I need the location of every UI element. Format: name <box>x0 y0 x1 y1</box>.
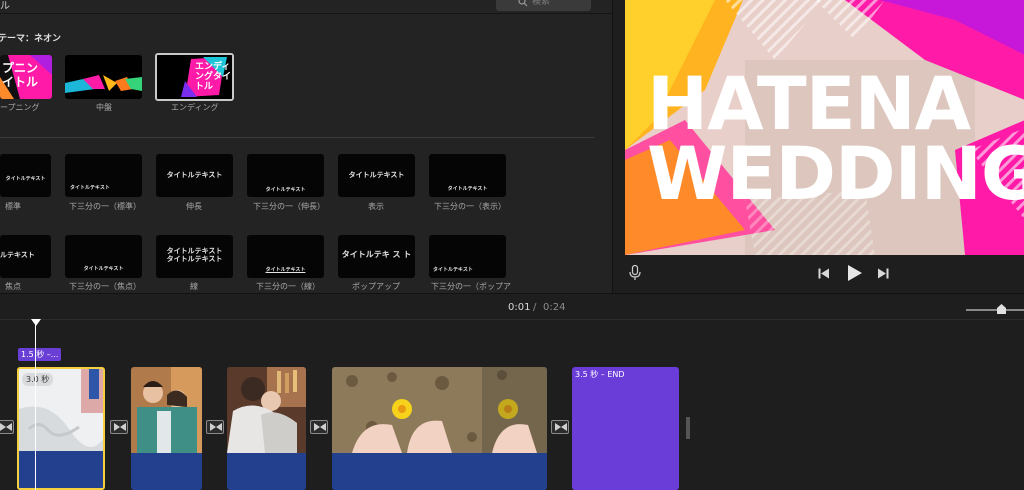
title-thumb-text: タイトルテキスト タイトルテキスト <box>166 247 223 263</box>
playhead-handle-icon[interactable] <box>31 319 41 327</box>
title-lower-stretch-thumb[interactable]: タイトルテキスト <box>247 154 324 197</box>
title-thumb-text: ルテキスト <box>0 251 35 259</box>
theme-ending-text: エンディ ングタイ トル <box>195 62 232 92</box>
clip-3-audio <box>227 453 306 490</box>
transition-icon <box>0 423 12 431</box>
transition-icon <box>114 423 126 431</box>
title-lower-standard-thumb[interactable]: タイトルテキスト <box>65 154 142 197</box>
theme-opening-label: ープニング <box>0 103 40 112</box>
title-thumb-text: タイトルテキスト <box>166 171 223 179</box>
title-thumb-text: タイトルテキスト <box>70 185 110 191</box>
browser-title: ル <box>0 1 10 12</box>
playhead[interactable] <box>35 320 36 490</box>
title-stretch-thumb[interactable]: タイトルテキスト <box>156 154 233 197</box>
title-thumb-text: タイトルテキスト <box>348 171 405 179</box>
title-reveal-thumb[interactable]: タイトルテキスト <box>338 154 415 197</box>
titles-browser: ル テーマ：ネオン プニン イトル ープニング 中盤 <box>0 0 612 293</box>
title-lower-focus-thumb[interactable]: タイトルテキスト <box>65 235 142 278</box>
viewer-panel: HATENA WEDDING <box>612 0 1024 293</box>
title-lower-popup-thumb[interactable]: タイトルテキスト <box>429 235 506 278</box>
preview-title-line1: HATENA <box>647 62 971 147</box>
play-icon[interactable] <box>847 264 863 282</box>
title-lower-stretch-label: 下三分の一（伸長） <box>253 202 325 211</box>
timeline-time-bar: 0:01 / 0:24 <box>0 294 1024 320</box>
viewer-controls <box>613 255 1024 293</box>
title-line-thumb[interactable]: タイトルテキスト タイトルテキスト <box>156 235 233 278</box>
clip-duration-badge: 3.0 秒 <box>22 373 54 386</box>
theme-ending-label: エンディング <box>171 103 219 112</box>
timeline-end-marker <box>686 417 690 439</box>
video-clip-4[interactable] <box>332 367 547 490</box>
theme-ending-thumb[interactable]: エンディ ングタイ トル <box>155 53 234 101</box>
clip-4-audio <box>332 453 547 490</box>
title-thumb-text: タイトルテキスト <box>5 176 46 182</box>
title-popup-label: ポップアップ <box>352 282 400 291</box>
title-thumb-text: タイトルテキスト <box>447 186 488 192</box>
title-lower-popup-label: 下三分の一（ポップア <box>431 282 511 291</box>
transition-4[interactable] <box>551 420 569 434</box>
transition-icon <box>555 423 567 431</box>
theme-middle-thumb[interactable] <box>65 55 142 99</box>
transition-2[interactable] <box>206 420 224 434</box>
title-lower-focus-label: 下三分の一（焦点） <box>69 282 141 291</box>
title-thumb-text: タイトルテキスト <box>433 267 473 273</box>
title-thumb-text: タイトルテキスト <box>265 267 306 273</box>
title-lower-reveal-label: 下三分の一（表示） <box>434 202 506 211</box>
title-standard-label: 標準 <box>5 202 21 211</box>
search-input[interactable] <box>532 0 587 8</box>
transition-icon <box>210 423 222 431</box>
skip-back-icon[interactable] <box>818 268 830 279</box>
browser-header: ル <box>0 0 612 14</box>
transition-0[interactable] <box>0 420 14 434</box>
zoom-slider-track[interactable] <box>966 309 1024 311</box>
transition-icon <box>314 423 326 431</box>
zoom-slider-knob[interactable] <box>997 304 1006 314</box>
title-lower-standard-label: 下三分の一（標準） <box>69 202 141 211</box>
title-clip-tag[interactable]: 1.5 秒 –... <box>18 348 61 361</box>
preview-frame[interactable]: HATENA WEDDING <box>625 0 1024 255</box>
video-clip-3[interactable] <box>227 367 306 490</box>
title-lower-line-thumb[interactable]: タイトルテキスト <box>247 235 324 278</box>
title-standard-thumb[interactable]: タイトルテキスト <box>0 154 51 197</box>
title-thumb-text: タイトルテキスト <box>265 187 306 193</box>
search-field[interactable] <box>496 0 591 11</box>
title-lower-reveal-thumb[interactable]: タイトルテキスト <box>429 154 506 197</box>
total-time: 0:24 <box>543 302 566 313</box>
current-time: 0:01 <box>508 302 531 313</box>
search-icon <box>518 0 528 7</box>
theme-opening-thumb[interactable]: プニン イトル <box>0 55 52 99</box>
title-reveal-label: 表示 <box>368 202 384 211</box>
title-stretch-label: 伸長 <box>186 202 202 211</box>
title-thumb-text: タイトルテキスト <box>83 266 124 272</box>
clip-3-thumbnail <box>227 367 306 453</box>
transition-1[interactable] <box>110 420 128 434</box>
video-clip-2[interactable] <box>131 367 202 490</box>
title-line-label: 線 <box>190 282 198 291</box>
end-clip-label: 3.5 秒 – END <box>575 370 625 379</box>
title-lower-line-label: 下三分の一（線） <box>256 282 320 291</box>
microphone-icon[interactable] <box>629 265 641 281</box>
theme-section-label: テーマ：ネオン <box>0 34 62 44</box>
time-separator: / <box>533 302 537 313</box>
transition-3[interactable] <box>310 420 328 434</box>
section-divider <box>0 137 594 138</box>
clip-2-audio <box>131 453 202 490</box>
timeline: 0:01 / 0:24 3.5 秒 – END 1.5 秒 –... 3.0 秒 <box>0 293 1024 490</box>
theme-opening-text: プニン イトル <box>2 61 39 89</box>
clip-4-thumbnail <box>332 367 547 453</box>
title-popup-thumb[interactable]: タイトルテキ ス ト <box>338 235 415 278</box>
preview-title-line2: WEDDING <box>647 132 1024 217</box>
skip-forward-icon[interactable] <box>877 268 889 279</box>
clip-2-thumbnail <box>131 367 202 453</box>
title-focus-label: 焦点 <box>5 282 21 291</box>
theme-middle-label: 中盤 <box>96 103 112 112</box>
title-focus-thumb[interactable]: ルテキスト <box>0 235 51 278</box>
clip-1-audio <box>19 451 103 488</box>
title-thumb-text: タイトルテキ ス ト <box>341 250 412 259</box>
end-title-clip[interactable]: 3.5 秒 – END <box>572 367 679 490</box>
